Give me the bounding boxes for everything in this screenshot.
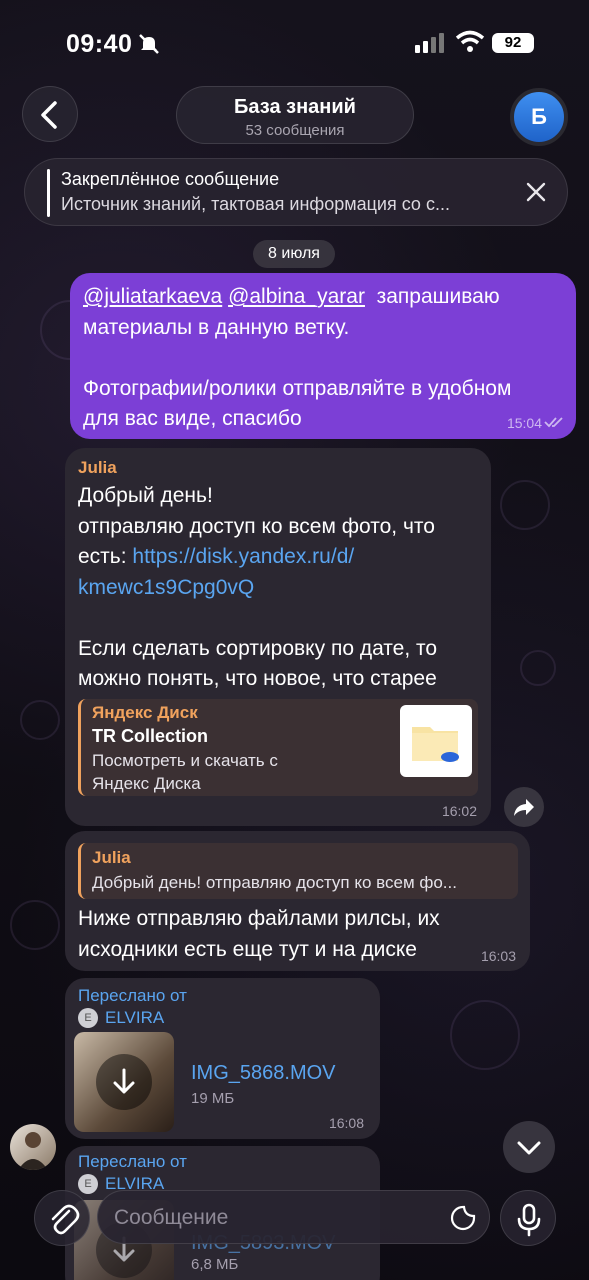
- message-input-placeholder: Сообщение: [114, 1206, 229, 1229]
- wifi-icon: [455, 30, 485, 52]
- file-size: 19 МБ: [191, 1090, 235, 1107]
- outgoing-message[interactable]: @juliatarkaeva @albina_yarar запрашиваю …: [70, 273, 576, 439]
- forwarded-file-message[interactable]: Переслано от E ELVIRA IMG_5868.MOV 19 МБ…: [65, 978, 380, 1139]
- forward-share-button[interactable]: [504, 787, 544, 827]
- voice-message-button[interactable]: [500, 1190, 556, 1246]
- mention-link[interactable]: @albina_yarar: [228, 285, 365, 308]
- message-time: 16:02: [441, 803, 477, 819]
- incoming-message[interactable]: Julia Добрый день! отправляю доступ ко в…: [65, 831, 530, 971]
- message-text: исходники есть еще тут и на диске: [78, 937, 417, 961]
- message-text: Если сделать сортировку по дате, то: [78, 636, 438, 660]
- forwarded-label: Переслано от: [78, 986, 187, 1005]
- message-text: для вас виде, спасибо: [83, 407, 302, 430]
- message-text: Фотографии/ролики отправляйте в удобном: [83, 376, 512, 400]
- message-time: 16:08: [328, 1115, 364, 1131]
- sender-name: Julia: [78, 458, 117, 477]
- message-text: материалы в данную ветку.: [83, 315, 350, 339]
- preview-description: Посмотреть и скачать с: [92, 751, 278, 770]
- reply-text: Добрый день! отправляю доступ ко всем фо…: [92, 873, 457, 892]
- message-input[interactable]: Сообщение: [97, 1190, 490, 1244]
- file-name[interactable]: IMG_5868.MOV: [191, 1062, 336, 1085]
- link-preview-card[interactable]: Яндекс Диск TR Collection Посмотреть и с…: [78, 699, 478, 796]
- chat-title[interactable]: База знаний 53 сообщения: [176, 86, 414, 144]
- read-checkmarks-icon: [544, 417, 563, 428]
- download-arrow-icon: [113, 1068, 135, 1094]
- message-text: есть:: [78, 545, 133, 568]
- forwarded-from-name: ELVIRA: [105, 1008, 165, 1027]
- pinned-message-bar[interactable]: Закреплённое сообщение Источник знаний, …: [24, 158, 568, 226]
- back-button[interactable]: [22, 86, 78, 142]
- message-text: Добрый день!: [78, 484, 213, 507]
- person-photo-icon: [18, 1132, 48, 1170]
- sender-avatar[interactable]: [10, 1124, 56, 1170]
- incoming-message[interactable]: Julia Добрый день! отправляю доступ ко в…: [65, 448, 491, 826]
- mention-link[interactable]: @juliatarkaeva: [83, 285, 222, 308]
- cellular-signal-icon: [415, 33, 444, 53]
- forwarded-from[interactable]: E ELVIRA: [78, 1008, 164, 1028]
- url-link[interactable]: kmewc1s9Cpg0vQ: [78, 573, 483, 604]
- close-icon[interactable]: [523, 179, 549, 205]
- reply-sender: Julia: [92, 848, 131, 867]
- forwarded-label: Переслано от: [78, 1152, 187, 1171]
- chevron-down-icon: [517, 1141, 541, 1155]
- microphone-icon: [517, 1203, 541, 1237]
- share-arrow-icon: [514, 799, 534, 816]
- chevron-left-icon: [41, 101, 57, 129]
- message-text: можно понять, что новое, что старее: [78, 667, 437, 690]
- attach-button[interactable]: [34, 1190, 90, 1246]
- message-time: 16:03: [480, 948, 516, 964]
- pinned-label: Закреплённое сообщение: [61, 169, 280, 189]
- reply-quote[interactable]: Julia Добрый день! отправляю доступ ко в…: [78, 843, 518, 899]
- preview-description: Яндекс Диска: [92, 774, 201, 793]
- folder-icon: [412, 727, 459, 762]
- download-button[interactable]: [96, 1054, 152, 1110]
- status-time: 09:40: [66, 30, 133, 58]
- battery-indicator: 92: [492, 33, 534, 53]
- forwarded-avatar: E: [78, 1008, 98, 1028]
- message-text: запрашиваю: [364, 285, 500, 308]
- chat-title-text: База знаний: [234, 96, 356, 118]
- file-size: 6,8 МБ: [191, 1256, 239, 1273]
- date-separator: 8 июля: [253, 240, 335, 268]
- bell-muted-icon: [139, 34, 159, 54]
- preview-site-name: Яндекс Диск: [92, 703, 198, 722]
- status-bar: 09:40 92: [0, 0, 589, 80]
- preview-title: TR Collection: [92, 726, 208, 746]
- url-link[interactable]: https://disk.yandex.ru/d/: [132, 545, 354, 568]
- chat-subtitle: 53 сообщения: [245, 122, 345, 139]
- sticker-icon[interactable]: [449, 1204, 477, 1232]
- chat-avatar[interactable]: Б: [510, 88, 568, 146]
- preview-thumbnail: [400, 705, 472, 777]
- message-text: отправляю доступ ко всем фото, что: [78, 514, 435, 538]
- message-text: Ниже отправляю файлами рилсы, их: [78, 907, 440, 930]
- scroll-to-bottom-button[interactable]: [503, 1121, 555, 1173]
- message-time: 15:04: [506, 415, 542, 431]
- paperclip-icon: [51, 1204, 80, 1235]
- video-thumbnail[interactable]: [74, 1032, 174, 1132]
- pinned-indicator: [47, 169, 50, 217]
- pinned-text: Источник знаний, тактовая информация со …: [61, 194, 450, 214]
